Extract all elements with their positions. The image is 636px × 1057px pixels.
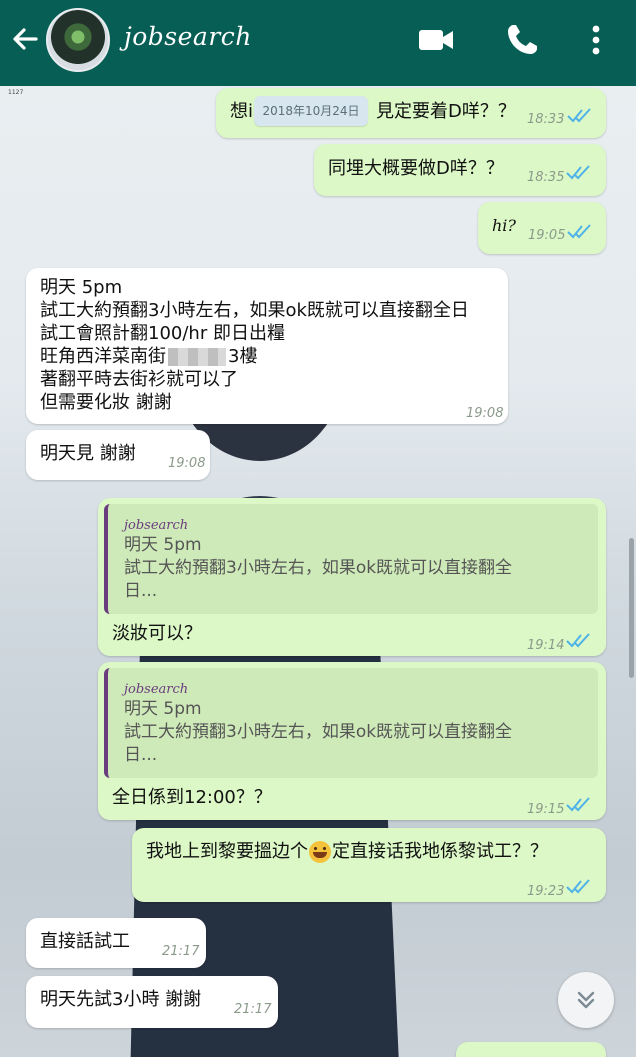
message-time: 21:17 [162,944,200,959]
corner-mark: 1127 [8,89,24,96]
message-time: 18:35 [527,170,565,185]
read-ticks-icon [567,108,591,123]
message-bubble-outgoing[interactable]: hi? 19:05 [478,202,606,254]
message-bubble-incoming[interactable]: 明天 5pm 試工大約預翻3小時左右，如果ok既就可以直接翻全日 試工會照計翻1… [26,268,508,424]
read-ticks-icon [566,879,590,894]
scrollbar[interactable] [629,538,634,678]
quoted-text: 日... [124,581,158,601]
redacted-address [168,348,226,366]
message-text: 明天見 謝謝 [40,443,136,464]
contact-avatar[interactable] [46,8,110,72]
quoted-text: 日... [124,745,158,765]
chat-header: jobsearch [0,0,636,86]
quoted-message[interactable]: jobsearch 明天 5pm 試工大約預翻3小時左右，如果ok既就可以直接翻… [104,504,598,614]
message-text: 著翻平時去街衫就可以了 [40,369,238,390]
message-text: 淡妝可以？ [112,623,202,644]
quoted-text: 明天 5pm [124,699,202,719]
message-text: 試工會照計翻100/hr 即日出糧 [40,323,285,344]
message-time: 19:23 [527,884,565,899]
message-time: 19:05 [528,228,566,243]
message-time: 21:17 [234,1002,272,1017]
contact-name[interactable]: jobsearch [124,22,252,51]
back-arrow-icon[interactable] [8,22,42,56]
message-bubble-incoming[interactable]: 明天先試3小時 謝謝 21:17 [26,976,278,1028]
message-bubble-outgoing[interactable]: jobsearch 明天 5pm 試工大約預翻3小時左右，如果ok既就可以直接翻… [98,498,606,656]
message-time: 19:08 [168,456,206,471]
message-text: 明天先試3小時 謝謝 [40,989,202,1010]
message-text: 想i [230,101,254,122]
chat-area[interactable]: 1127 2018年10月24日 想i 見定要着D咩？？ 18:33 同埋大概要… [0,86,636,1057]
message-text: 明天 5pm [40,277,123,298]
quoted-message[interactable]: jobsearch 明天 5pm 試工大約預翻3小時左右，如果ok既就可以直接翻… [104,668,598,778]
message-time: 19:08 [466,406,504,421]
message-bubble-incoming[interactable]: 直接話試工 21:17 [26,918,206,968]
message-time: 19:15 [527,802,565,817]
read-ticks-icon [566,165,590,180]
message-bubble-outgoing[interactable]: jobsearch 明天 5pm 試工大約預翻3小時左右，如果ok既就可以直接翻… [98,662,606,820]
quoted-text: 試工大約預翻3小時左右，如果ok既就可以直接翻全 [124,558,513,578]
message-bubble-outgoing[interactable]: 同埋大概要做D咩？？ 18:35 [314,144,606,196]
message-bubble-outgoing[interactable] [456,1042,606,1057]
read-ticks-icon [566,633,590,648]
double-chevron-down-icon [577,991,595,1009]
scroll-to-bottom-button[interactable] [558,972,614,1028]
message-text: 但需要化妝 謝謝 [40,392,172,413]
grinning-sweat-emoji-icon [309,841,331,863]
message-bubble-incoming[interactable]: 明天見 謝謝 19:08 [26,430,210,480]
message-text: 直接話試工 [40,931,130,952]
date-chip: 2018年10月24日 [254,96,368,126]
message-text: hi? [492,216,516,235]
video-call-icon[interactable] [416,20,456,60]
message-text: 定直接话我地係黎试工？？ [332,841,548,862]
message-text: 試工大約預翻3小時左右，如果ok既就可以直接翻全日 [40,300,469,321]
message-time: 18:33 [527,112,565,127]
read-ticks-icon [567,224,591,239]
message-time: 19:14 [527,638,565,653]
message-text: 全日係到12:00？？ [112,787,272,808]
quoted-text: 試工大約預翻3小時左右，如果ok既就可以直接翻全 [124,722,513,742]
read-ticks-icon [566,797,590,812]
phone-call-icon[interactable] [502,20,542,60]
message-text: 見定要着D咩？？ [376,101,516,122]
message-text: 同埋大概要做D咩？？ [328,158,504,179]
message-text: 我地上到黎要搵边个 [146,841,308,862]
message-bubble-outgoing[interactable]: 我地上到黎要搵边个 定直接话我地係黎试工？？ 19:23 [132,828,606,902]
message-text: 3樓 [228,346,258,367]
quoted-text: 明天 5pm [124,535,202,555]
message-text: 旺角西洋菜南街 [40,346,166,367]
more-options-icon[interactable] [580,20,620,60]
